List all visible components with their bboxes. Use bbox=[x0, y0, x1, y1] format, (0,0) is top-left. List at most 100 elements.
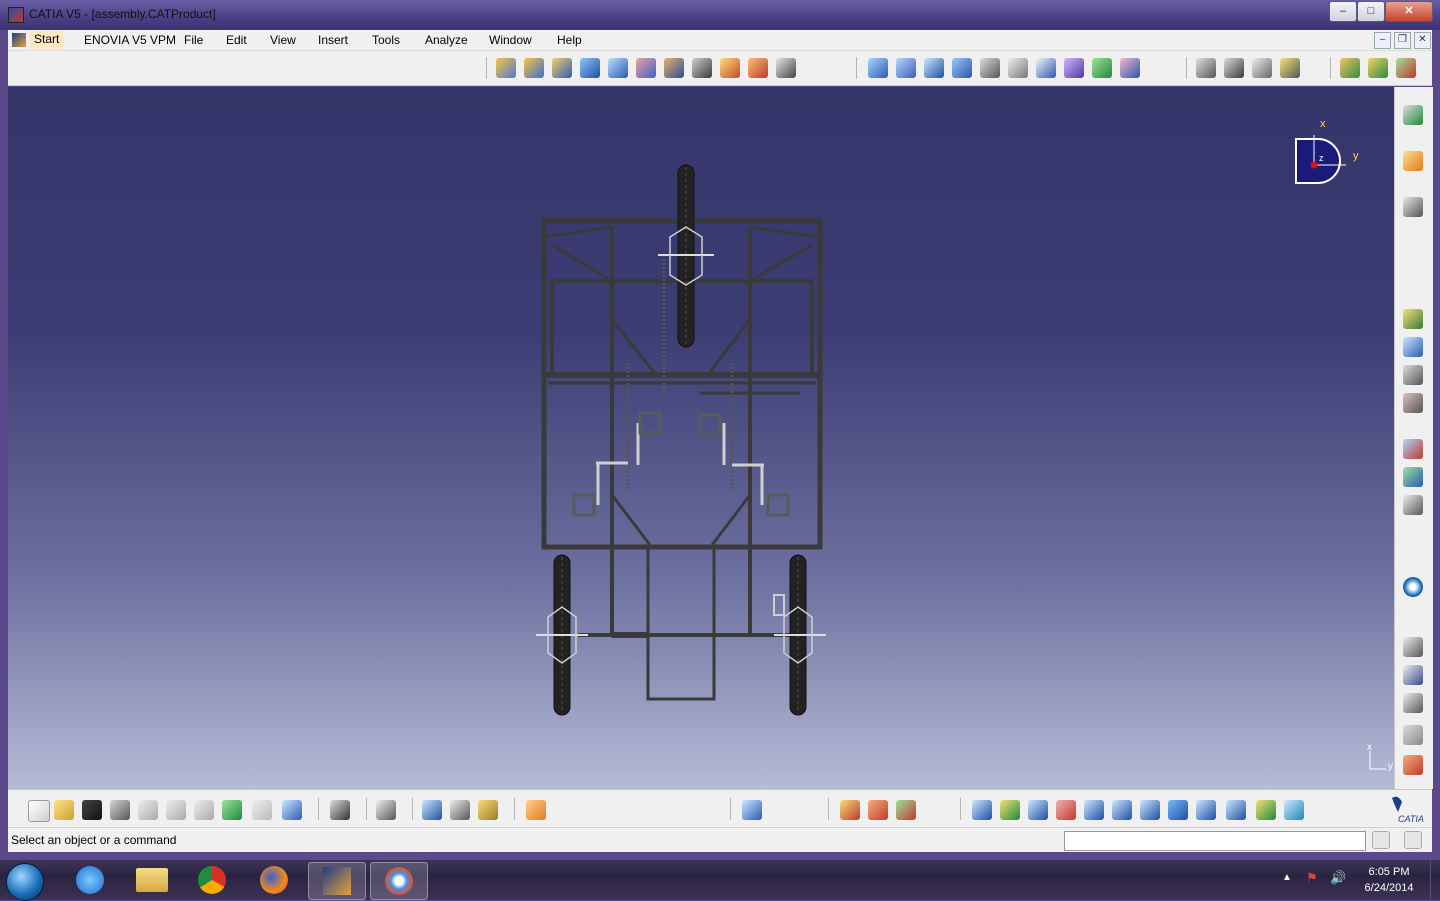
flexible-rigid-icon[interactable] bbox=[1064, 58, 1084, 78]
taskbar-file-explorer[interactable] bbox=[124, 862, 180, 898]
manipulation-icon[interactable] bbox=[1196, 58, 1216, 78]
normal-view-icon[interactable] bbox=[1140, 800, 1160, 820]
scenes-icon[interactable] bbox=[1403, 309, 1423, 329]
text-annotation-icon[interactable] bbox=[1403, 665, 1423, 685]
insert-product-icon[interactable] bbox=[552, 58, 572, 78]
iso-view-icon[interactable] bbox=[1196, 800, 1216, 820]
insert-component-icon[interactable] bbox=[524, 58, 544, 78]
dependencies-icon[interactable] bbox=[1403, 495, 1423, 515]
doc-minimize-button[interactable]: – bbox=[1374, 32, 1391, 49]
graph-tree-reordering-icon[interactable] bbox=[636, 58, 656, 78]
tail-frame[interactable] bbox=[578, 545, 798, 701]
command-power-input-icon[interactable] bbox=[1404, 831, 1422, 849]
minimize-button[interactable]: – bbox=[1329, 1, 1357, 22]
catalog-icon[interactable] bbox=[376, 800, 396, 820]
flag-note-icon[interactable] bbox=[1403, 693, 1423, 713]
cut-icon[interactable] bbox=[138, 800, 158, 820]
command-input[interactable] bbox=[1064, 831, 1366, 851]
constraint-analysis-icon[interactable] bbox=[1403, 439, 1423, 459]
whats-this-help-icon[interactable] bbox=[282, 800, 302, 820]
menu-edit[interactable]: Edit bbox=[226, 33, 247, 47]
manage-representations-icon[interactable] bbox=[720, 58, 740, 78]
front-wheel[interactable] bbox=[658, 164, 714, 348]
explode-icon[interactable] bbox=[1252, 58, 1272, 78]
create-plane-icon[interactable] bbox=[742, 800, 762, 820]
menu-window[interactable]: Window bbox=[489, 33, 532, 47]
selective-load-icon[interactable] bbox=[692, 58, 712, 78]
fit-all-in-icon[interactable] bbox=[1000, 800, 1020, 820]
compass[interactable]: x y z bbox=[1295, 118, 1359, 184]
product-structure-icon[interactable] bbox=[496, 58, 516, 78]
hide-show-icon[interactable] bbox=[1256, 800, 1276, 820]
snap-grid-icon[interactable] bbox=[526, 800, 546, 820]
menu-view[interactable]: View bbox=[270, 33, 296, 47]
catia-logo-icon[interactable] bbox=[12, 33, 26, 47]
coincidence-constraint-icon[interactable] bbox=[868, 58, 888, 78]
show-hidden-icons-icon[interactable]: ▲ bbox=[1282, 872, 1292, 883]
angle-constraint-icon[interactable] bbox=[952, 58, 972, 78]
menu-file[interactable]: File bbox=[184, 33, 203, 47]
doc-close-button[interactable]: ✕ bbox=[1414, 32, 1431, 49]
print-icon[interactable] bbox=[110, 800, 130, 820]
measure-item-icon[interactable] bbox=[450, 800, 470, 820]
degrees-of-freedom-icon[interactable] bbox=[1403, 467, 1423, 487]
measure-distance-icon[interactable] bbox=[422, 800, 442, 820]
swap-visible-space-icon[interactable] bbox=[1284, 800, 1304, 820]
zoom-out-icon[interactable] bbox=[1112, 800, 1132, 820]
weld-planner-icon[interactable] bbox=[1403, 755, 1423, 775]
quick-constraint-icon[interactable] bbox=[1036, 58, 1056, 78]
maximize-button[interactable]: □ bbox=[1357, 1, 1385, 22]
multi-view-icon[interactable] bbox=[1168, 800, 1188, 820]
menu-insert[interactable]: Insert bbox=[318, 33, 348, 47]
taskbar-internet-explorer[interactable] bbox=[62, 862, 118, 898]
analysis-icon[interactable] bbox=[1403, 105, 1423, 125]
menu-analyze[interactable]: Analyze bbox=[425, 33, 468, 47]
update-icon[interactable] bbox=[1092, 58, 1112, 78]
fix-component-icon[interactable] bbox=[980, 58, 1000, 78]
menu-tools[interactable]: Tools bbox=[372, 33, 400, 47]
offset-constraint-icon[interactable] bbox=[924, 58, 944, 78]
replace-component-icon[interactable] bbox=[608, 58, 628, 78]
pedal-assembly[interactable] bbox=[596, 423, 764, 505]
paste-icon[interactable] bbox=[194, 800, 214, 820]
menu-help[interactable]: Help bbox=[557, 33, 582, 47]
scene-icon[interactable] bbox=[896, 800, 916, 820]
3d-viewport[interactable]: x y z x y bbox=[8, 87, 1394, 789]
copy-icon[interactable] bbox=[166, 800, 186, 820]
pan-icon[interactable] bbox=[1028, 800, 1048, 820]
zoom-in-icon[interactable] bbox=[1084, 800, 1104, 820]
rear-wheel-right[interactable] bbox=[773, 554, 826, 716]
taskbar-catia[interactable] bbox=[308, 862, 366, 900]
render-icon[interactable] bbox=[868, 800, 888, 820]
fly-mode-icon[interactable] bbox=[972, 800, 992, 820]
menu-start[interactable]: Start bbox=[30, 31, 64, 49]
generate-numbering-icon[interactable] bbox=[664, 58, 684, 78]
contact-constraint-icon[interactable] bbox=[896, 58, 916, 78]
taskbar-time[interactable]: 6:05 PM bbox=[1356, 866, 1422, 878]
tree-expand-icon[interactable] bbox=[1403, 365, 1423, 385]
action-center-flag-icon[interactable]: ⚑ bbox=[1306, 870, 1318, 886]
taskbar-paint[interactable] bbox=[370, 862, 428, 900]
open-folder-icon[interactable] bbox=[54, 800, 74, 820]
windows-start-button[interactable] bbox=[6, 863, 44, 901]
tree-collapse-icon[interactable] bbox=[1403, 393, 1423, 413]
assembly-model-svg[interactable]: x y z x y bbox=[8, 87, 1394, 789]
multi-instantiation-icon[interactable] bbox=[748, 58, 768, 78]
reuse-pattern-icon[interactable] bbox=[1120, 58, 1140, 78]
measure-between-icon[interactable] bbox=[1403, 637, 1423, 657]
enhanced-scene-icon[interactable] bbox=[1403, 337, 1423, 357]
show-desktop-button[interactable] bbox=[1430, 860, 1440, 900]
catalog-browser-icon[interactable] bbox=[1403, 577, 1423, 597]
rear-wheel-left[interactable] bbox=[536, 554, 588, 716]
taskbar-chrome[interactable] bbox=[184, 862, 240, 898]
redo-icon[interactable] bbox=[252, 800, 272, 820]
command-history-icon[interactable] bbox=[1372, 831, 1390, 849]
menu-enovia[interactable]: ENOVIA V5 VPM bbox=[84, 33, 176, 47]
publication-icon[interactable] bbox=[1340, 58, 1360, 78]
fix-together-icon[interactable] bbox=[1008, 58, 1028, 78]
space-analysis-icon[interactable] bbox=[1403, 197, 1423, 217]
stop-manipulate-on-clash-icon[interactable] bbox=[1280, 58, 1300, 78]
fast-multi-instantiation-icon[interactable] bbox=[776, 58, 796, 78]
sectioning-icon[interactable] bbox=[1403, 725, 1423, 745]
existing-component-icon[interactable] bbox=[580, 58, 600, 78]
